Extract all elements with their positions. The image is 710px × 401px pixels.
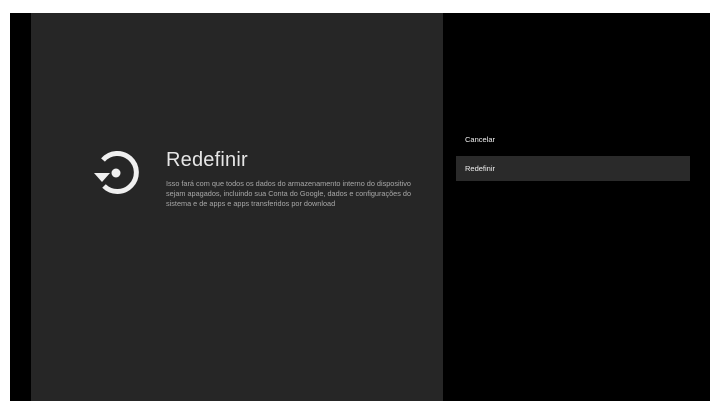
actions-panel: Cancelar Redefinir: [443, 13, 710, 401]
guidance-panel: Redefinir Isso fará com que todos os dad…: [31, 13, 443, 401]
tv-screen: Redefinir Isso fará com que todos os dad…: [10, 13, 710, 401]
page-title: Redefinir: [166, 149, 248, 171]
restore-icon: [94, 151, 139, 194]
page-description: Isso fará com que todos os dados do arma…: [166, 179, 412, 208]
reset-button[interactable]: Redefinir: [456, 156, 690, 181]
cancel-button[interactable]: Cancelar: [456, 127, 690, 152]
